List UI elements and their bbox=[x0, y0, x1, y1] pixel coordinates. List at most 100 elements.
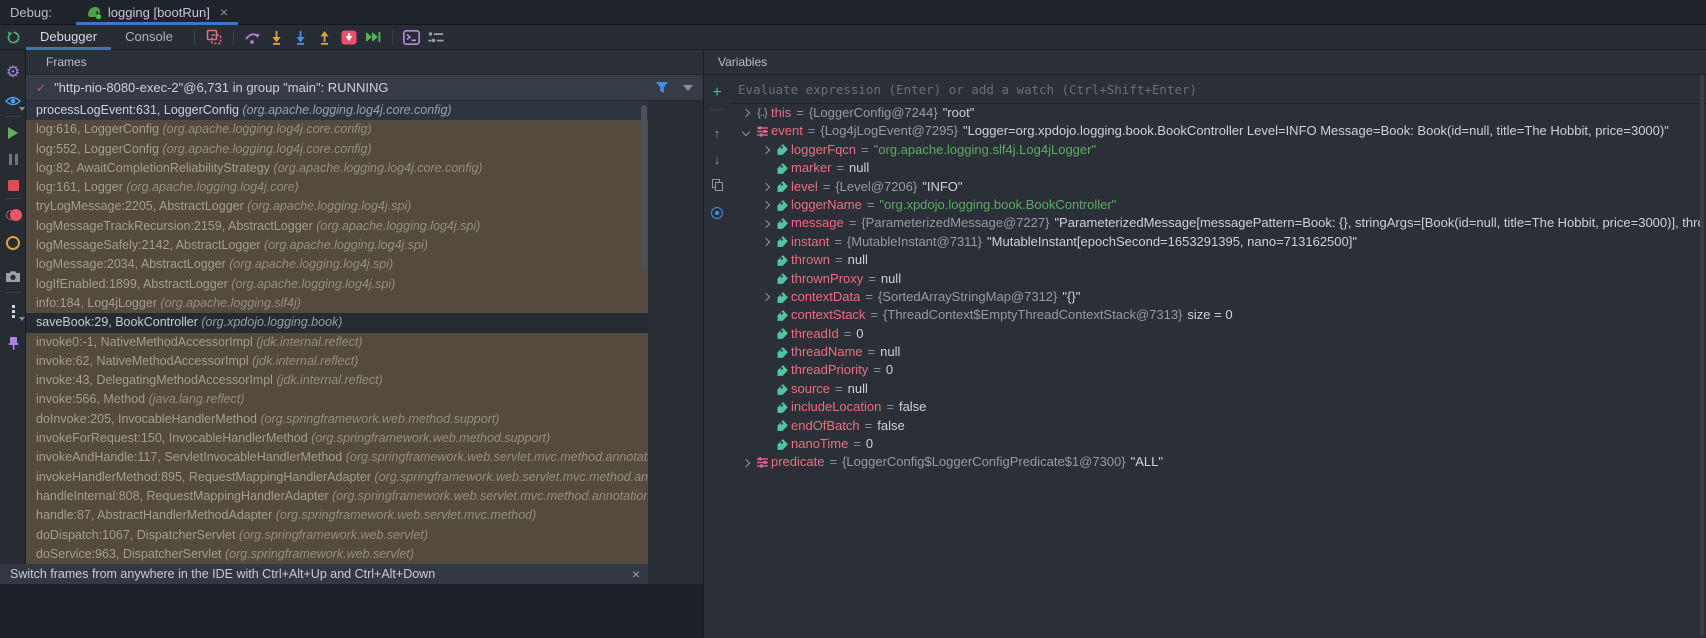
frames-row[interactable]: doInvoke:205, InvocableHandlerMethod (or… bbox=[26, 409, 648, 430]
expander-icon[interactable] bbox=[738, 127, 753, 136]
variable-reference: {LoggerConfig@7244} bbox=[808, 105, 938, 120]
layout-settings-icon[interactable] bbox=[202, 26, 226, 48]
variables-row[interactable]: contextData = {SortedArrayStringMap@7312… bbox=[730, 288, 1700, 306]
expander-icon[interactable] bbox=[758, 219, 773, 228]
banner-close-icon[interactable]: × bbox=[632, 566, 640, 582]
evaluate-expression-icon[interactable] bbox=[400, 26, 424, 48]
frame-package: (org.springframework.web.method.support) bbox=[260, 411, 500, 426]
evaluate-expression-input[interactable] bbox=[736, 80, 1677, 98]
frames-row[interactable]: processLogEvent:631, LoggerConfig (org.a… bbox=[26, 101, 648, 121]
settings-gear-icon[interactable]: ⚙ bbox=[0, 62, 26, 84]
frames-row[interactable]: doDispatch:1067, DispatcherServlet (org.… bbox=[26, 525, 648, 545]
view-breakpoints-icon[interactable] bbox=[0, 204, 26, 226]
frames-row[interactable]: invokeForRequest:150, InvocableHandlerMe… bbox=[26, 429, 648, 449]
thread-dump-camera-icon[interactable] bbox=[0, 265, 26, 287]
variables-row[interactable]: threadPriority = 0 bbox=[730, 361, 1700, 379]
expander-icon[interactable] bbox=[758, 237, 773, 247]
frames-row[interactable]: doService:963, DispatcherServlet (org.sp… bbox=[26, 544, 648, 564]
equals-sign: = bbox=[829, 454, 838, 470]
pin-icon[interactable] bbox=[0, 332, 26, 354]
step-into-icon[interactable] bbox=[265, 26, 289, 48]
step-out-icon[interactable] bbox=[313, 26, 337, 48]
frames-row[interactable]: logMessageSafely:2142, AbstractLogger (o… bbox=[26, 236, 648, 256]
variable-tag-icon bbox=[776, 383, 788, 395]
thread-dropdown-chevron-icon[interactable] bbox=[683, 84, 693, 91]
frames-row[interactable]: invokeHandlerMethod:895, RequestMappingH… bbox=[26, 467, 648, 487]
tab-debugger[interactable]: Debugger bbox=[26, 25, 112, 50]
frames-row[interactable]: handleInternal:808, RequestMappingHandle… bbox=[26, 486, 648, 507]
frames-row[interactable]: log:82, AwaitCompletionReliabilityStrate… bbox=[26, 158, 648, 179]
stop-icon[interactable] bbox=[0, 174, 26, 196]
expander-icon[interactable] bbox=[758, 182, 773, 191]
variable-value: 0 bbox=[856, 325, 864, 341]
force-step-into-icon[interactable] bbox=[289, 26, 313, 48]
expander-icon[interactable] bbox=[738, 458, 753, 467]
frames-row[interactable]: invoke:62, NativeMethodAccessorImpl (jdk… bbox=[26, 351, 648, 372]
frame-package: (org.springframework.web.servlet.mvc.met… bbox=[374, 469, 648, 484]
expander-icon[interactable] bbox=[758, 200, 773, 210]
variables-row[interactable]: instant = {MutableInstant@7311} "Mutable… bbox=[730, 233, 1700, 251]
frames-row[interactable]: saveBook:29, BookController (org.xpdojo.… bbox=[26, 313, 648, 333]
frames-row[interactable]: logIfEnabled:1899, AbstractLogger (org.a… bbox=[26, 274, 648, 294]
run-to-cursor-icon[interactable] bbox=[361, 26, 385, 48]
move-down-icon[interactable]: ↓ bbox=[704, 149, 730, 169]
variable-value: "MutableInstant[epochSecond=1653291395, … bbox=[987, 233, 1357, 249]
expander-icon[interactable] bbox=[758, 145, 773, 155]
frame-package: (org.apache.logging.log4j.spi) bbox=[247, 199, 412, 214]
expander-icon[interactable] bbox=[758, 292, 773, 302]
variables-row[interactable]: contextStack = {ThreadContext$EmptyThrea… bbox=[730, 306, 1700, 324]
frames-row[interactable]: handle:87, AbstractHandlerMethodAdapter … bbox=[26, 506, 648, 526]
eye-icon[interactable] bbox=[0, 90, 26, 112]
variables-row[interactable]: loggerFqcn = "org.apache.logging.slf4j.L… bbox=[730, 141, 1700, 159]
filter-threads-icon[interactable] bbox=[655, 81, 669, 94]
variables-row[interactable]: thrown = null bbox=[730, 251, 1700, 269]
frames-row[interactable]: invokeAndHandle:117, ServletInvocableHan… bbox=[26, 448, 648, 468]
frames-row[interactable]: log:552, LoggerConfig (org.apache.loggin… bbox=[26, 139, 648, 159]
variables-row[interactable]: message = {ParameterizedMessage@7227} "P… bbox=[730, 214, 1700, 232]
pause-icon[interactable] bbox=[0, 148, 26, 170]
thread-selector[interactable]: ✓ "http-nio-8080-exec-2"@6,731 in group … bbox=[26, 75, 703, 101]
frames-row[interactable]: logMessage:2034, AbstractLogger (org.apa… bbox=[26, 255, 648, 275]
frames-row[interactable]: log:616, LoggerConfig (org.apache.loggin… bbox=[26, 120, 648, 140]
run-tab[interactable]: logging [bootRun] × bbox=[75, 0, 239, 25]
variables-row[interactable]: event = {Log4jLogEvent@7295} "Logger=org… bbox=[730, 122, 1700, 140]
variables-row[interactable]: thrownProxy = null bbox=[730, 270, 1700, 288]
variables-row[interactable]: source = null bbox=[730, 380, 1700, 398]
variables-scrollbar[interactable] bbox=[1700, 75, 1704, 636]
frames-row[interactable]: invoke:43, DelegatingMethodAccessorImpl … bbox=[26, 371, 648, 391]
frames-row[interactable]: log:161, Logger (org.apache.logging.log4… bbox=[26, 178, 648, 198]
frames-row[interactable]: invoke0:-1, NativeMethodAccessorImpl (jd… bbox=[26, 332, 648, 352]
expander-icon[interactable] bbox=[738, 108, 753, 118]
variables-row[interactable]: predicate = {LoggerConfig$LoggerConfigPr… bbox=[730, 453, 1700, 471]
variables-row[interactable]: threadId = 0 bbox=[730, 325, 1700, 343]
tab-console[interactable]: Console bbox=[111, 25, 187, 50]
frames-row[interactable]: tryLogMessage:2205, AbstractLogger (org.… bbox=[26, 197, 648, 217]
variables-row[interactable]: nanoTime = 0 bbox=[730, 435, 1700, 453]
move-up-icon[interactable]: ↑ bbox=[704, 123, 730, 143]
variables-row[interactable]: threadName = null bbox=[730, 343, 1700, 361]
variables-row[interactable]: includeLocation = false bbox=[730, 398, 1700, 416]
frames-row[interactable]: logMessageTrackRecursion:2159, AbstractL… bbox=[26, 216, 648, 237]
variables-row[interactable]: level = {Level@7206} "INFO" bbox=[730, 178, 1700, 196]
variables-row[interactable]: loggerName = "org.xpdojo.logging.book.Bo… bbox=[730, 196, 1700, 214]
mute-breakpoints-icon[interactable] bbox=[0, 232, 26, 254]
view-options-icon[interactable] bbox=[424, 26, 448, 48]
tab-close-icon[interactable]: × bbox=[220, 4, 228, 20]
duplicate-icon[interactable] bbox=[704, 175, 730, 195]
variables-row[interactable]: {..} this = {LoggerConfig@7244} "root" bbox=[730, 104, 1700, 122]
frame-package: (org.apache.logging.log4j.spi) bbox=[231, 276, 396, 291]
add-watch-icon[interactable]: + bbox=[704, 83, 730, 103]
variables-row[interactable]: endOfBatch = false bbox=[730, 417, 1700, 435]
step-over-icon[interactable] bbox=[241, 26, 265, 48]
watch-eye-icon[interactable] bbox=[704, 203, 730, 223]
gradle-elephant-icon bbox=[86, 4, 102, 20]
frame-label: invoke:566, Method bbox=[36, 392, 146, 407]
rerun-icon[interactable] bbox=[1, 26, 25, 48]
frames-row[interactable]: info:184, Log4jLogger (org.apache.loggin… bbox=[26, 293, 648, 314]
frames-row[interactable]: invoke:566, Method (java.lang.reflect) bbox=[26, 390, 648, 410]
resume-icon[interactable] bbox=[0, 122, 26, 144]
reset-frame-icon[interactable] bbox=[337, 26, 361, 48]
frames-scrollbar[interactable] bbox=[641, 105, 647, 270]
variables-row[interactable]: marker = null bbox=[730, 159, 1700, 177]
more-options-icon[interactable] bbox=[0, 300, 26, 322]
